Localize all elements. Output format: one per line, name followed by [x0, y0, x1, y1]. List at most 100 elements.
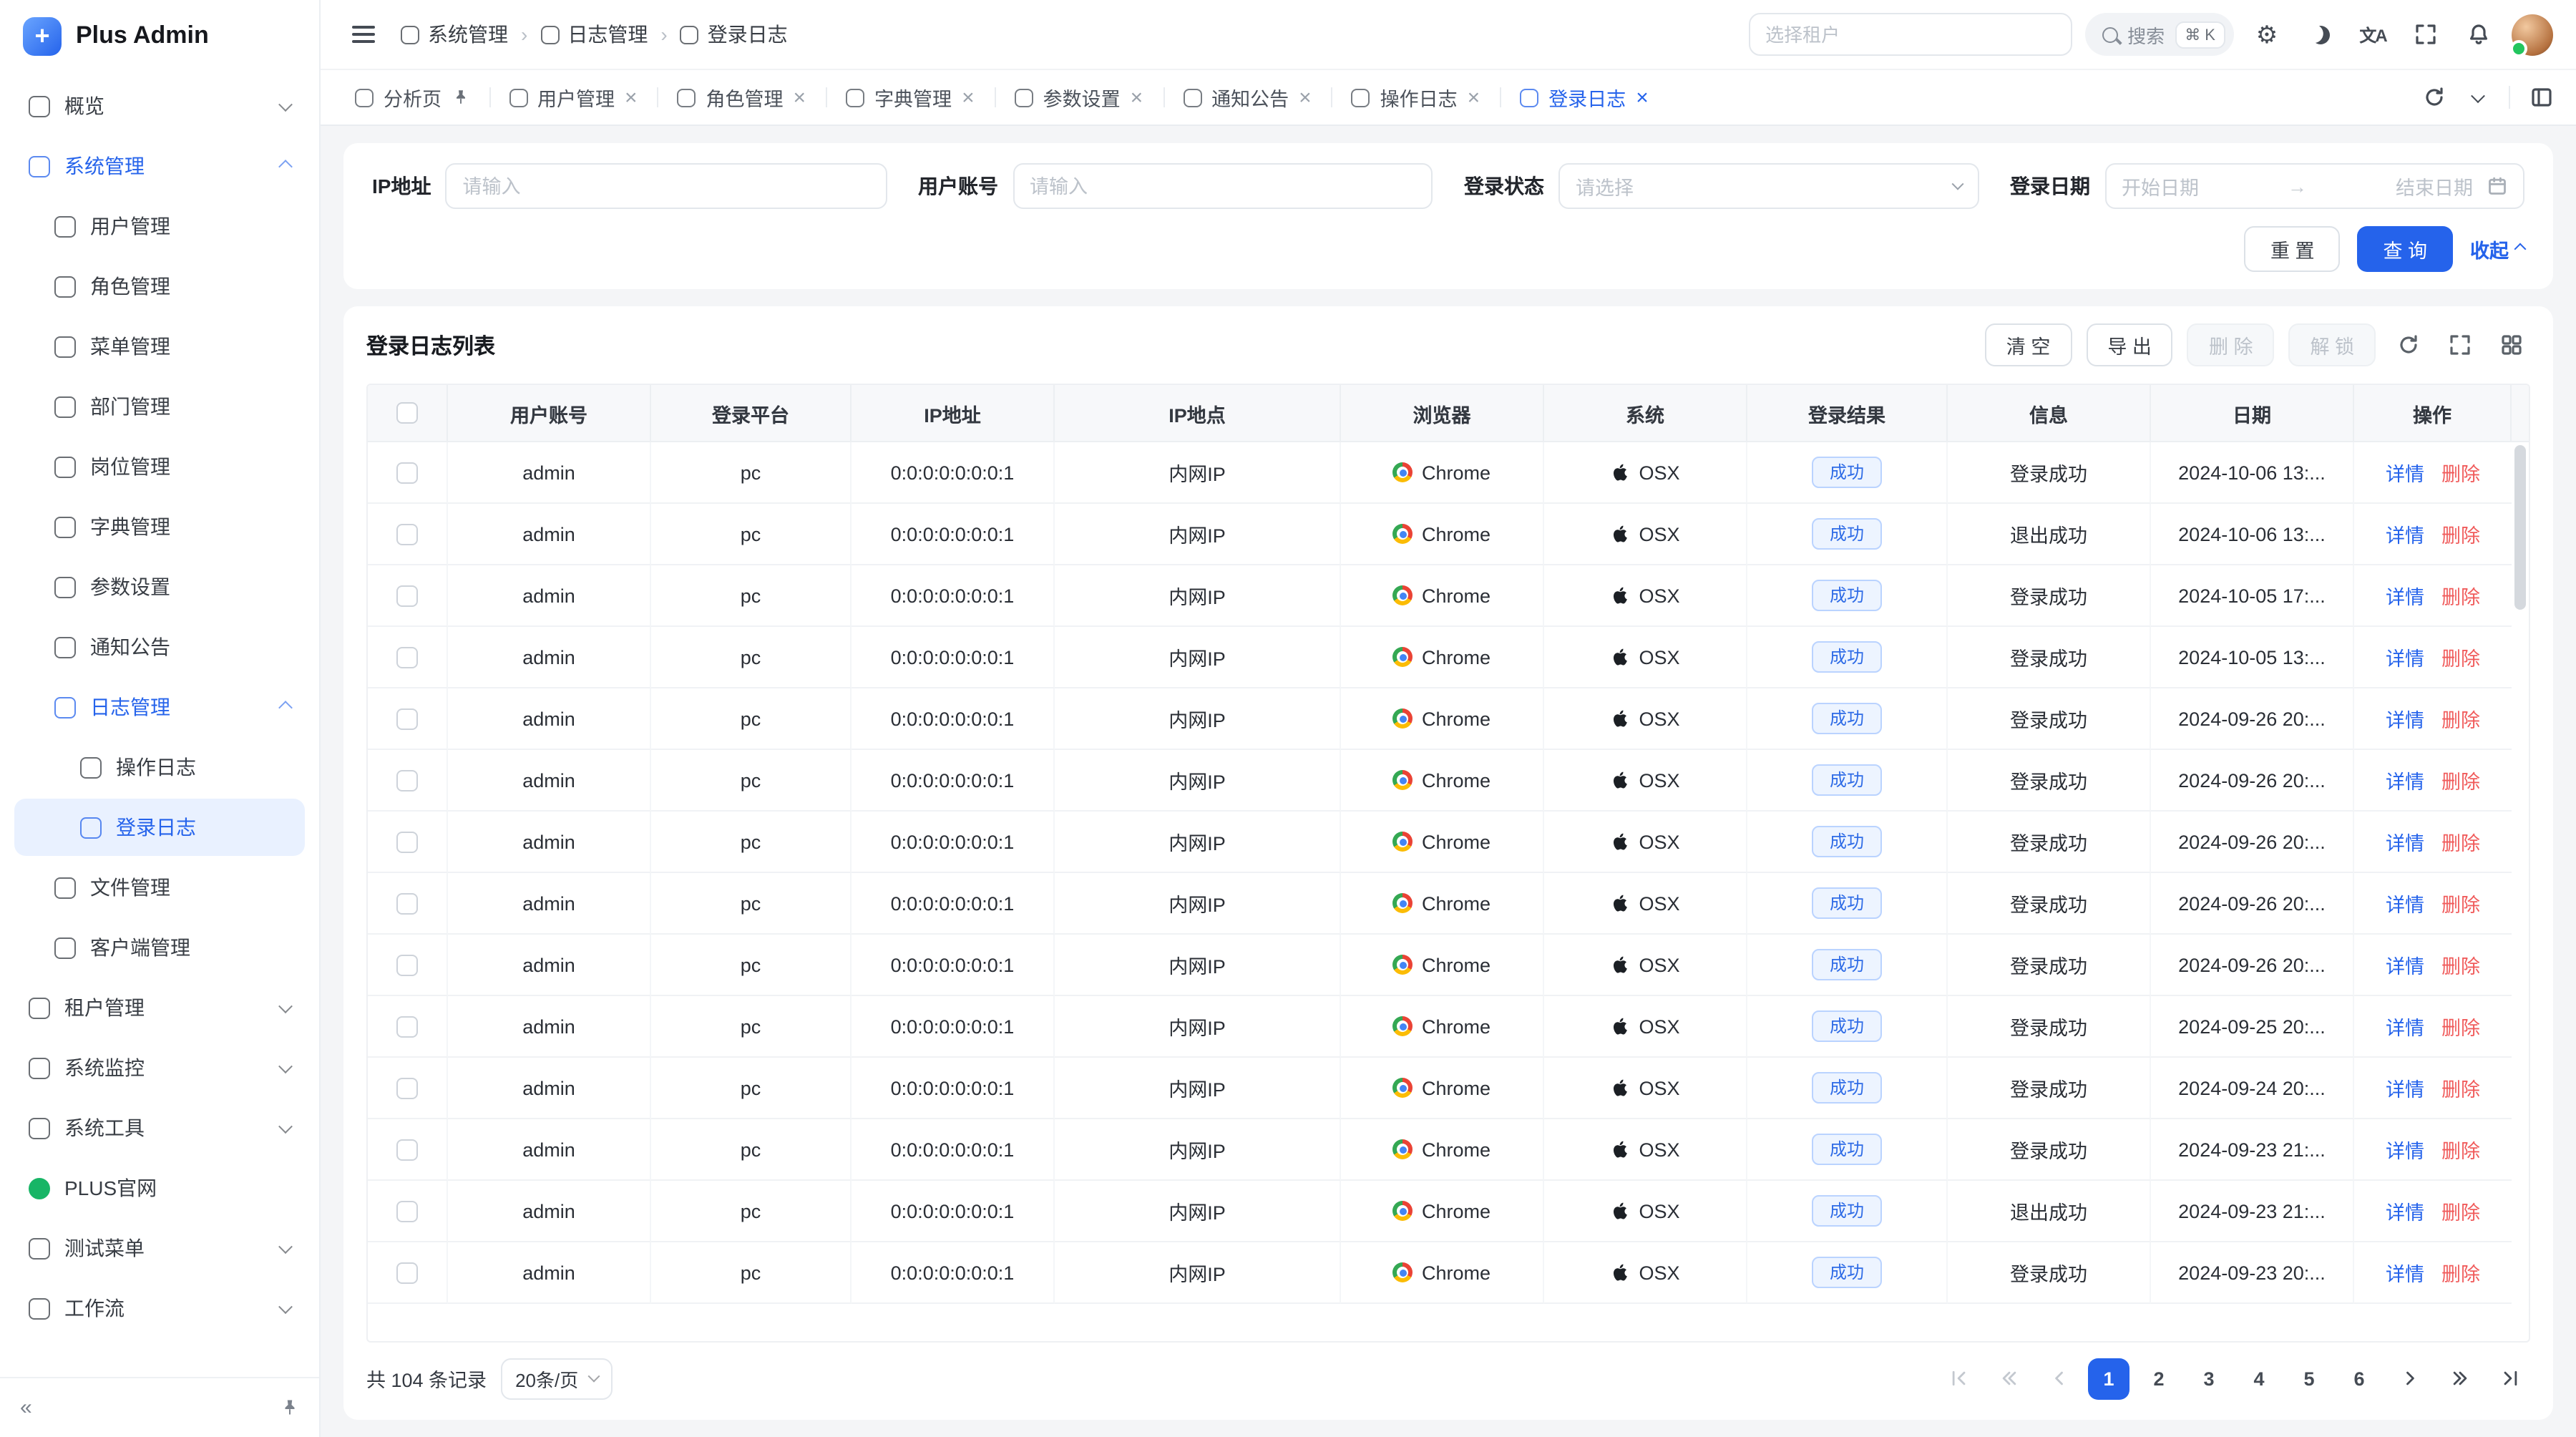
detail-link[interactable]: 详情	[2386, 587, 2424, 608]
sidebar-item-dict[interactable]: 字典管理	[14, 498, 305, 555]
column-settings-grid-icon[interactable]	[2493, 326, 2530, 364]
tab-op-log[interactable]: 操作日志×	[1332, 70, 1501, 125]
delete-link[interactable]: 删除	[2441, 464, 2480, 485]
detail-link[interactable]: 详情	[2386, 771, 2424, 793]
sidebar-item-role[interactable]: 角色管理	[14, 258, 305, 315]
delete-link[interactable]: 删除	[2441, 1264, 2480, 1285]
detail-link[interactable]: 详情	[2386, 1264, 2424, 1285]
reset-button[interactable]: 重 置	[2245, 226, 2341, 272]
sidebar-item-op-log[interactable]: 操作日志	[14, 739, 305, 796]
row-checkbox[interactable]	[396, 893, 418, 915]
tab-param[interactable]: 参数设置×	[995, 70, 1163, 125]
row-checkbox[interactable]	[396, 524, 418, 545]
close-tab-icon[interactable]: ×	[794, 87, 806, 108]
translate-icon[interactable]: 文A	[2353, 14, 2393, 54]
ip-input[interactable]	[445, 163, 887, 209]
date-range-picker[interactable]: 开始日期 → 结束日期	[2104, 163, 2524, 209]
sidebar-item-test[interactable]: 测试菜单	[14, 1219, 305, 1277]
status-select[interactable]: 请选择	[1558, 163, 1979, 209]
detail-link[interactable]: 详情	[2386, 648, 2424, 670]
breadcrumb-item[interactable]: 日志管理	[540, 20, 648, 49]
delete-link[interactable]: 删除	[2441, 833, 2480, 854]
sidebar-item-workflow[interactable]: 工作流	[14, 1280, 305, 1337]
sidebar-item-system[interactable]: 系统管理	[14, 137, 305, 195]
layout-expand-icon[interactable]	[2522, 77, 2562, 117]
select-all-checkbox[interactable]	[396, 403, 418, 424]
sidebar-item-user[interactable]: 用户管理	[14, 198, 305, 255]
row-checkbox[interactable]	[396, 1139, 418, 1161]
prev-page-button[interactable]	[2038, 1358, 2079, 1399]
close-tab-icon[interactable]: ×	[1131, 87, 1143, 108]
close-tab-icon[interactable]: ×	[1468, 87, 1480, 108]
tab-dict[interactable]: 字典管理×	[826, 70, 995, 125]
page-5-button[interactable]: 5	[2288, 1358, 2330, 1399]
app-logo[interactable]: + Plus Admin	[0, 0, 319, 72]
delete-link[interactable]: 删除	[2441, 1202, 2480, 1224]
breadcrumb-item[interactable]: 登录日志	[680, 20, 788, 49]
refresh-table-icon[interactable]	[2390, 326, 2427, 364]
detail-link[interactable]: 详情	[2386, 525, 2424, 547]
row-checkbox[interactable]	[396, 462, 418, 484]
detail-link[interactable]: 详情	[2386, 1141, 2424, 1162]
close-tab-icon[interactable]: ×	[1636, 87, 1649, 108]
next-page-button[interactable]	[2389, 1358, 2430, 1399]
tab-menu-chevron-icon[interactable]	[2457, 77, 2497, 117]
collapse-filter-link[interactable]: 收起	[2470, 235, 2524, 263]
delete-link[interactable]: 删除	[2441, 648, 2480, 670]
sidebar-item-login-log[interactable]: 登录日志	[14, 799, 305, 856]
first-page-button[interactable]	[1938, 1358, 1979, 1399]
detail-link[interactable]: 详情	[2386, 833, 2424, 854]
delete-link[interactable]: 删除	[2441, 1079, 2480, 1101]
delete-button[interactable]: 删 除	[2187, 323, 2275, 366]
row-checkbox[interactable]	[396, 1078, 418, 1099]
clear-button[interactable]: 清 空	[1985, 323, 2072, 366]
unlock-button[interactable]: 解 锁	[2288, 323, 2376, 366]
row-checkbox[interactable]	[396, 708, 418, 730]
notifications-bell-icon[interactable]	[2459, 14, 2499, 54]
page-size-select[interactable]: 20条/页	[501, 1358, 613, 1399]
row-checkbox[interactable]	[396, 647, 418, 668]
sidebar-item-plus-site[interactable]: PLUS官网	[14, 1159, 305, 1217]
jump-forward-button[interactable]	[2439, 1358, 2480, 1399]
sidebar-item-post[interactable]: 岗位管理	[14, 438, 305, 495]
delete-link[interactable]: 删除	[2441, 1018, 2480, 1039]
detail-link[interactable]: 详情	[2386, 1018, 2424, 1039]
sidebar-item-file[interactable]: 文件管理	[14, 859, 305, 916]
sidebar-item-dept[interactable]: 部门管理	[14, 378, 305, 435]
detail-link[interactable]: 详情	[2386, 956, 2424, 978]
detail-link[interactable]: 详情	[2386, 1079, 2424, 1101]
detail-link[interactable]: 详情	[2386, 710, 2424, 731]
refresh-tab-icon[interactable]	[2414, 77, 2454, 117]
tab-notice[interactable]: 通知公告×	[1163, 70, 1332, 125]
page-1-button[interactable]: 1	[2088, 1358, 2129, 1399]
page-2-button[interactable]: 2	[2138, 1358, 2180, 1399]
row-checkbox[interactable]	[396, 832, 418, 853]
sidebar-item-tenant[interactable]: 租户管理	[14, 979, 305, 1036]
page-3-button[interactable]: 3	[2188, 1358, 2230, 1399]
pin-sidebar-icon[interactable]	[280, 1398, 299, 1417]
sidebar-item-log[interactable]: 日志管理	[14, 678, 305, 736]
row-checkbox[interactable]	[396, 770, 418, 791]
sidebar-item-tools[interactable]: 系统工具	[14, 1099, 305, 1156]
user-avatar[interactable]	[2512, 14, 2553, 55]
tenant-select-input[interactable]	[1748, 13, 2072, 56]
fullscreen-icon[interactable]	[2406, 14, 2446, 54]
query-button[interactable]: 查 询	[2357, 226, 2453, 272]
close-tab-icon[interactable]: ×	[625, 87, 638, 108]
collapse-sidebar-icon[interactable]: «	[20, 1395, 32, 1420]
row-checkbox[interactable]	[396, 955, 418, 976]
detail-link[interactable]: 详情	[2386, 895, 2424, 916]
delete-link[interactable]: 删除	[2441, 956, 2480, 978]
tab-analysis[interactable]: 分析页	[335, 70, 489, 125]
detail-link[interactable]: 详情	[2386, 1202, 2424, 1224]
delete-link[interactable]: 删除	[2441, 895, 2480, 916]
breadcrumb-item[interactable]: 系统管理	[401, 20, 508, 49]
tab-login-log[interactable]: 登录日志×	[1500, 70, 1669, 125]
delete-link[interactable]: 删除	[2441, 525, 2480, 547]
scrollbar-thumb[interactable]	[2514, 445, 2526, 610]
tab-role[interactable]: 角色管理×	[658, 70, 826, 125]
row-checkbox[interactable]	[396, 1016, 418, 1038]
detail-link[interactable]: 详情	[2386, 464, 2424, 485]
close-tab-icon[interactable]: ×	[1299, 87, 1312, 108]
row-checkbox[interactable]	[396, 1262, 418, 1284]
